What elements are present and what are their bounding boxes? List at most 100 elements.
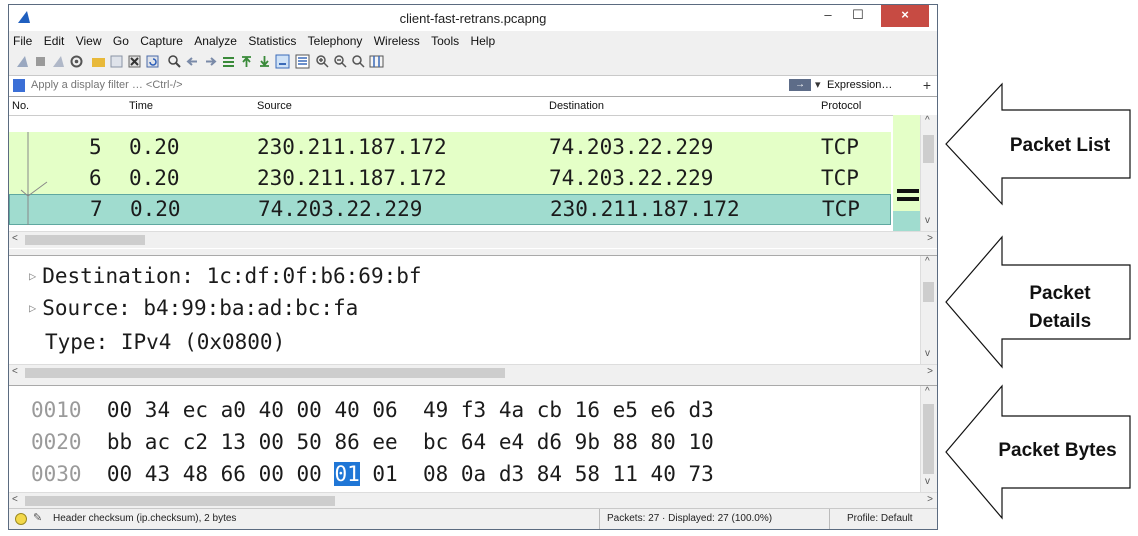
hex-row[interactable]: 0030 00 43 48 66 00 00 01 01 08 0a d3 84… bbox=[31, 462, 714, 486]
status-bar: ✎ Header checksum (ip.checksum), 2 bytes… bbox=[9, 508, 937, 529]
menu-capture[interactable]: Capture bbox=[140, 31, 183, 51]
menu-telephony[interactable]: Telephony bbox=[308, 31, 363, 51]
detail-line-source[interactable]: ▷ Source: b4:99:ba:ad:bc:fa bbox=[29, 296, 358, 320]
open-file-icon[interactable] bbox=[91, 54, 106, 69]
packet-row[interactable]: 6 0.20 230.211.187.172 74.203.22.229 TCP bbox=[9, 163, 891, 194]
hex-bytes: 00 34 ec a0 40 00 40 06 bbox=[106, 398, 398, 422]
packet-minimap[interactable] bbox=[893, 115, 921, 231]
column-header-no[interactable]: No. bbox=[12, 100, 29, 112]
menu-view[interactable]: View bbox=[76, 31, 102, 51]
scroll-thumb[interactable] bbox=[923, 135, 934, 163]
go-back-icon[interactable] bbox=[185, 54, 200, 69]
menu-help[interactable]: Help bbox=[470, 31, 495, 51]
hex-bytes: bb ac c2 13 00 50 86 ee bbox=[106, 430, 398, 454]
colorize-icon[interactable] bbox=[295, 54, 310, 69]
hex-bytes: 08 0a d3 84 58 11 40 73 bbox=[422, 462, 714, 486]
scroll-up-icon[interactable]: ^ bbox=[925, 386, 930, 397]
packet-no: 7 bbox=[90, 197, 103, 221]
scroll-left-icon[interactable]: < bbox=[12, 494, 18, 505]
status-profile[interactable]: Profile: Default bbox=[847, 513, 913, 524]
apply-filter-icon[interactable]: → bbox=[789, 79, 811, 91]
resize-columns-icon[interactable] bbox=[369, 54, 384, 69]
start-capture-icon[interactable] bbox=[15, 54, 30, 69]
menu-edit[interactable]: Edit bbox=[44, 31, 65, 51]
display-filter-input[interactable] bbox=[31, 77, 791, 93]
detail-line-destination[interactable]: ▷ Destination: 1c:df:0f:b6:69:bf bbox=[29, 264, 422, 288]
scroll-thumb[interactable] bbox=[25, 368, 505, 378]
scroll-right-icon[interactable]: > bbox=[927, 494, 933, 505]
detail-line-type[interactable]: Type: IPv4 (0x0800) bbox=[45, 330, 285, 354]
packet-details-hscrollbar[interactable]: < > bbox=[9, 364, 937, 381]
scroll-up-icon[interactable]: ^ bbox=[925, 256, 930, 267]
packet-protocol: TCP bbox=[822, 197, 860, 221]
close-file-icon[interactable] bbox=[127, 54, 142, 69]
column-header-source[interactable]: Source bbox=[257, 100, 292, 112]
add-filter-button[interactable]: + bbox=[923, 77, 931, 93]
menu-file[interactable]: File bbox=[13, 31, 32, 51]
stop-capture-icon[interactable] bbox=[33, 54, 48, 69]
menu-bar: File Edit View Go Capture Analyze Statis… bbox=[9, 31, 937, 51]
bookmark-icon[interactable] bbox=[13, 79, 25, 92]
maximize-button[interactable]: ☐ bbox=[845, 5, 871, 27]
menu-tools[interactable]: Tools bbox=[431, 31, 459, 51]
scroll-thumb[interactable] bbox=[923, 282, 934, 302]
window-title: client-fast-retrans.pcapng bbox=[399, 11, 547, 26]
hex-row[interactable]: 0010 00 34 ec a0 40 00 40 06 49 f3 4a cb… bbox=[31, 398, 714, 422]
edit-comment-icon[interactable]: ✎ bbox=[33, 511, 42, 524]
menu-statistics[interactable]: Statistics bbox=[248, 31, 296, 51]
column-header-destination[interactable]: Destination bbox=[549, 100, 604, 112]
scroll-down-icon[interactable]: v bbox=[925, 476, 930, 487]
expand-triangle-icon[interactable]: ▷ bbox=[29, 269, 36, 283]
scroll-right-icon[interactable]: > bbox=[927, 366, 933, 377]
reload-file-icon[interactable] bbox=[145, 54, 160, 69]
capture-options-icon[interactable] bbox=[69, 54, 84, 69]
go-to-packet-icon[interactable] bbox=[221, 54, 236, 69]
expert-info-led-icon[interactable] bbox=[15, 513, 27, 525]
scroll-thumb[interactable] bbox=[25, 496, 335, 506]
go-last-packet-icon[interactable] bbox=[257, 54, 272, 69]
expression-button[interactable]: Expression… bbox=[827, 79, 892, 91]
column-header-protocol[interactable]: Protocol bbox=[821, 100, 861, 112]
packet-list-hscrollbar[interactable]: < > bbox=[9, 231, 937, 248]
go-forward-icon[interactable] bbox=[203, 54, 218, 69]
menu-analyze[interactable]: Analyze bbox=[194, 31, 237, 51]
close-button[interactable]: × bbox=[881, 5, 929, 27]
minimize-button[interactable]: – bbox=[815, 5, 841, 27]
go-first-packet-icon[interactable] bbox=[239, 54, 254, 69]
zoom-in-icon[interactable] bbox=[315, 54, 330, 69]
packet-bytes-vscrollbar[interactable]: ^ v bbox=[920, 386, 937, 492]
status-divider bbox=[829, 509, 830, 529]
scroll-left-icon[interactable]: < bbox=[12, 233, 18, 244]
title-bar: client-fast-retrans.pcapng – ☐ × bbox=[9, 5, 937, 31]
packet-bytes-hscrollbar[interactable]: < > bbox=[9, 492, 937, 509]
packet-details-pane: ▷ Destination: 1c:df:0f:b6:69:bf ▷ Source:… bbox=[9, 255, 937, 381]
restart-capture-icon[interactable] bbox=[51, 54, 66, 69]
packet-details-vscrollbar[interactable]: ^ v bbox=[920, 256, 937, 364]
packet-row-selected[interactable]: 7 0.20 74.203.22.229 230.211.187.172 TCP bbox=[9, 194, 891, 225]
auto-scroll-icon[interactable] bbox=[275, 54, 290, 69]
menu-wireless[interactable]: Wireless bbox=[374, 31, 420, 51]
column-header-time[interactable]: Time bbox=[129, 100, 153, 112]
related-packet-indicator bbox=[20, 132, 48, 225]
hex-byte-selected[interactable]: 01 bbox=[334, 462, 360, 486]
find-packet-icon[interactable] bbox=[167, 54, 182, 69]
menu-go[interactable]: Go bbox=[113, 31, 129, 51]
hex-offset: 0020 bbox=[31, 430, 82, 454]
expand-triangle-icon[interactable]: ▷ bbox=[29, 301, 36, 315]
packet-list-vscrollbar[interactable]: ^ v bbox=[920, 115, 937, 231]
hex-offset: 0030 bbox=[31, 462, 82, 486]
scroll-left-icon[interactable]: < bbox=[12, 366, 18, 377]
scroll-down-icon[interactable]: v bbox=[925, 215, 930, 226]
packet-row[interactable]: 5 0.20 230.211.187.172 74.203.22.229 TCP bbox=[9, 132, 891, 163]
zoom-out-icon[interactable] bbox=[333, 54, 348, 69]
hex-row[interactable]: 0020 bb ac c2 13 00 50 86 ee bc 64 e4 d6… bbox=[31, 430, 714, 454]
scroll-down-icon[interactable]: v bbox=[925, 348, 930, 359]
filter-history-dropdown-icon[interactable]: ▾ bbox=[815, 78, 821, 91]
zoom-normal-icon[interactable] bbox=[351, 54, 366, 69]
scroll-up-icon[interactable]: ^ bbox=[925, 115, 930, 126]
scroll-thumb[interactable] bbox=[923, 404, 934, 474]
scroll-right-icon[interactable]: > bbox=[927, 233, 933, 244]
packet-list-header: No. Time Source Destination Protocol bbox=[9, 97, 937, 116]
scroll-thumb[interactable] bbox=[25, 235, 145, 245]
save-file-icon[interactable] bbox=[109, 54, 124, 69]
